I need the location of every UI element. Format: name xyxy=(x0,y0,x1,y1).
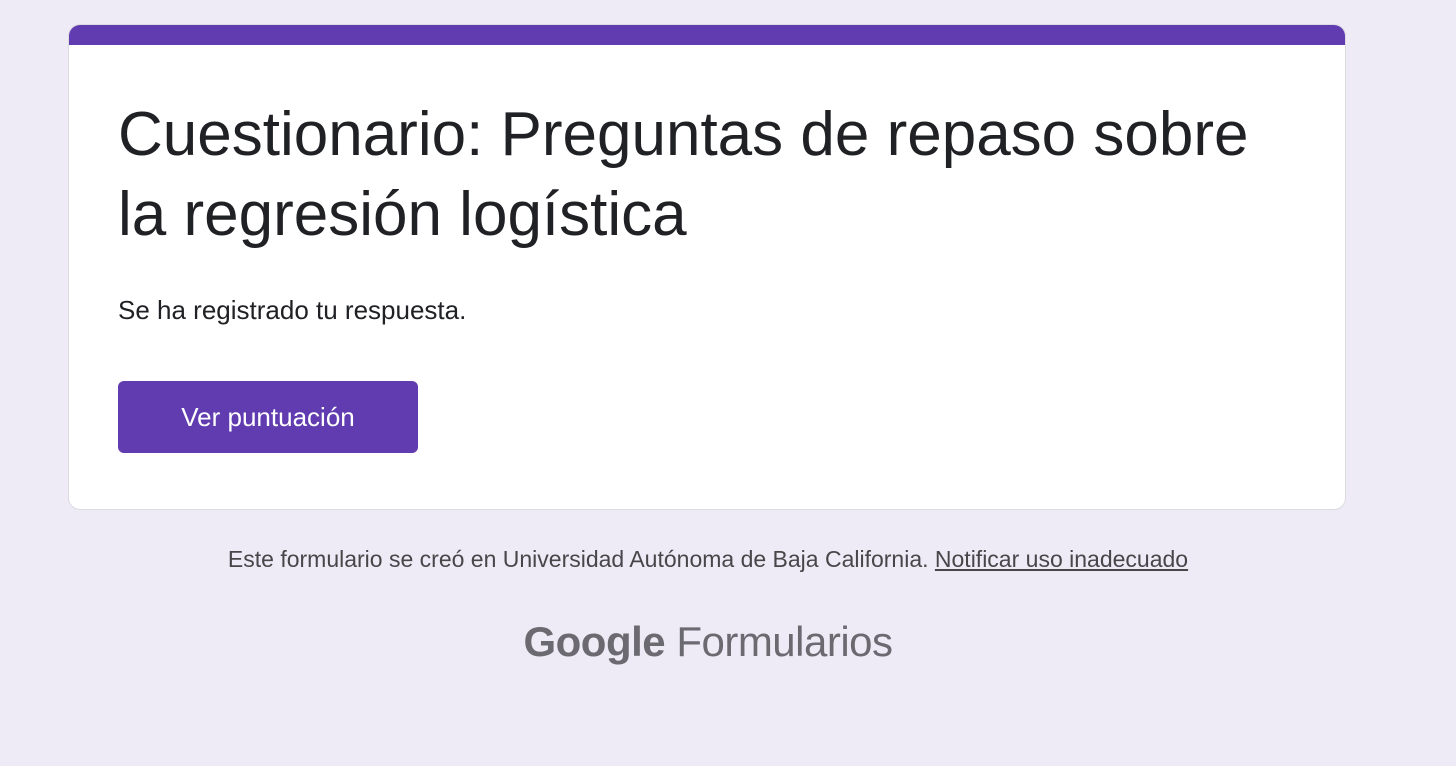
confirmation-message: Se ha registrado tu respuesta. xyxy=(118,295,467,325)
brand-product: Formularios xyxy=(676,618,893,665)
card-accent-bar xyxy=(69,25,1345,45)
report-abuse-link[interactable]: Notificar uso inadecuado xyxy=(935,546,1188,572)
footer-note-text: Este formulario se creó en Universidad A… xyxy=(227,546,929,572)
footer-note: Este formulario se creó en Universidad A… xyxy=(0,544,1416,574)
google-forms-logo[interactable]: Google Formularios xyxy=(0,614,1416,670)
form-card: Cuestionario: Preguntas de repaso sobre … xyxy=(68,24,1346,510)
brand-google: Google xyxy=(523,618,666,665)
view-score-button[interactable]: Ver puntuación xyxy=(118,381,418,453)
form-title: Cuestionario: Preguntas de repaso sobre … xyxy=(118,100,1249,249)
